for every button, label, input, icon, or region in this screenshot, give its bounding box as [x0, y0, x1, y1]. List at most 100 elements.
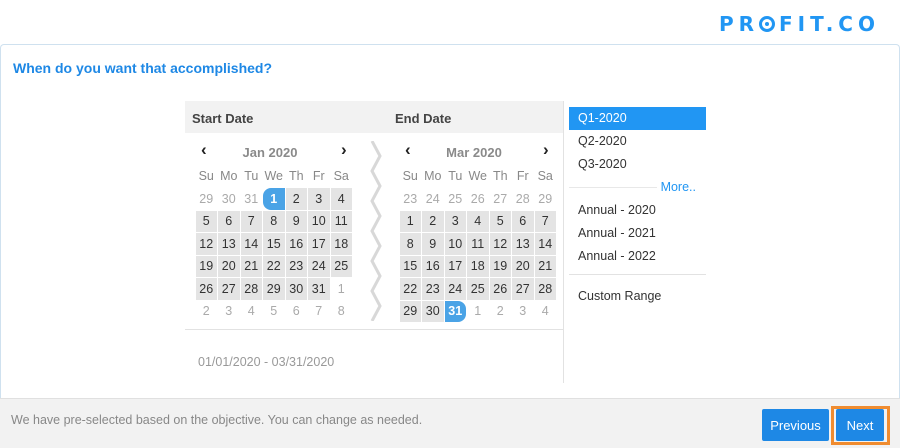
- end-day-cell[interactable]: 29: [535, 188, 557, 210]
- option-annual-2020[interactable]: Annual - 2020: [569, 199, 706, 222]
- start-day-cell[interactable]: 23: [285, 255, 307, 277]
- start-day-cell[interactable]: 1: [331, 278, 353, 300]
- start-day-cell[interactable]: 18: [330, 233, 352, 255]
- start-day-cell[interactable]: 28: [240, 278, 262, 300]
- end-day-cell[interactable]: 25: [467, 278, 489, 300]
- start-day-cell[interactable]: 29: [263, 278, 285, 300]
- start-day-cell[interactable]: 13: [218, 233, 240, 255]
- end-day-cell[interactable]: 8: [399, 233, 421, 255]
- end-day-cell[interactable]: 3: [512, 301, 534, 323]
- start-day-cell[interactable]: 3: [308, 188, 330, 210]
- start-day-cell[interactable]: 17: [308, 233, 330, 255]
- start-next-month-icon[interactable]: ›: [341, 141, 347, 159]
- start-date-label: Start Date: [192, 111, 254, 126]
- start-day-cell[interactable]: 2: [196, 301, 218, 323]
- end-day-cell[interactable]: 23: [400, 188, 422, 210]
- end-day-cell[interactable]: 27: [490, 188, 512, 210]
- end-day-cell[interactable]: 1: [467, 301, 489, 323]
- end-day-cell[interactable]: 1: [399, 210, 421, 232]
- start-day-cell[interactable]: 7: [308, 301, 330, 323]
- end-next-month-icon[interactable]: ›: [543, 141, 549, 159]
- end-day-cell[interactable]: 26: [489, 278, 511, 300]
- end-day-cell[interactable]: 25: [445, 188, 467, 210]
- end-day-cell[interactable]: 22: [399, 278, 421, 300]
- end-calendar-grid: Su Mo Tu We Th Fr Sa 23 24 25 26 27 28 29 1 2 3 4 5 6 7 8 9 10 1…: [399, 165, 559, 323]
- end-day-cell[interactable]: 2: [422, 210, 444, 232]
- end-day-cell[interactable]: 16: [422, 255, 444, 277]
- start-day-cell[interactable]: 5: [263, 301, 285, 323]
- start-day-cell[interactable]: 4: [241, 301, 263, 323]
- start-day-cell[interactable]: 12: [195, 233, 217, 255]
- start-day-cell[interactable]: 14: [240, 233, 262, 255]
- end-day-cell[interactable]: 26: [467, 188, 489, 210]
- option-custom-range[interactable]: Custom Range: [569, 285, 706, 308]
- start-day-cell[interactable]: 5: [195, 210, 217, 232]
- end-day-cell[interactable]: 19: [489, 255, 511, 277]
- start-day-cell[interactable]: 8: [331, 301, 353, 323]
- option-annual-2021[interactable]: Annual - 2021: [569, 222, 706, 245]
- end-day-cell[interactable]: 10: [444, 233, 466, 255]
- end-day-cell[interactable]: 23: [422, 278, 444, 300]
- end-day-cell[interactable]: 3: [444, 210, 466, 232]
- end-day-cell[interactable]: 21: [534, 255, 556, 277]
- start-day-cell[interactable]: 25: [330, 255, 352, 277]
- start-day-cell[interactable]: 30: [285, 278, 307, 300]
- end-day-cell[interactable]: 12: [489, 233, 511, 255]
- end-day-cell[interactable]: 20: [512, 255, 534, 277]
- end-day-cell[interactable]: 9: [422, 233, 444, 255]
- end-day-cell[interactable]: 30: [422, 300, 444, 322]
- end-day-cell[interactable]: 17: [444, 255, 466, 277]
- end-day-cell[interactable]: 28: [534, 278, 556, 300]
- start-day-cell[interactable]: 8: [263, 210, 285, 232]
- logo-text-suffix: FIT.CO: [779, 12, 880, 36]
- end-day-cell[interactable]: 2: [490, 301, 512, 323]
- start-day-cell[interactable]: 16: [285, 233, 307, 255]
- more-options-link[interactable]: More..: [569, 176, 706, 199]
- start-day-cell[interactable]: 10: [308, 210, 330, 232]
- start-day-cell[interactable]: 22: [263, 255, 285, 277]
- start-day-cell[interactable]: 20: [218, 255, 240, 277]
- option-q3-2020[interactable]: Q3-2020: [569, 153, 706, 176]
- start-day-cell[interactable]: 19: [195, 255, 217, 277]
- end-day-cell[interactable]: 5: [489, 210, 511, 232]
- start-day-cell[interactable]: 31: [241, 188, 263, 210]
- start-day-cell[interactable]: 1: [263, 188, 285, 210]
- end-day-cell[interactable]: 27: [512, 278, 534, 300]
- start-day-cell[interactable]: 21: [240, 255, 262, 277]
- end-day-cell[interactable]: 4: [467, 210, 489, 232]
- end-day-cell[interactable]: 7: [534, 210, 556, 232]
- end-day-cell[interactable]: 24: [422, 188, 444, 210]
- start-day-cell[interactable]: 31: [308, 278, 330, 300]
- end-day-cell[interactable]: 4: [535, 301, 557, 323]
- start-day-cell[interactable]: 26: [195, 278, 217, 300]
- calendar-divider-zigzag: [370, 141, 382, 321]
- option-q1-2020[interactable]: Q1-2020: [569, 107, 706, 130]
- start-day-cell[interactable]: 27: [218, 278, 240, 300]
- start-day-cell[interactable]: 6: [286, 301, 308, 323]
- end-day-cell[interactable]: 13: [512, 233, 534, 255]
- start-day-cell[interactable]: 29: [196, 188, 218, 210]
- start-day-cell[interactable]: 2: [285, 188, 307, 210]
- start-day-cell[interactable]: 7: [240, 210, 262, 232]
- option-q2-2020[interactable]: Q2-2020: [569, 130, 706, 153]
- end-day-cell[interactable]: 6: [512, 210, 534, 232]
- start-day-cell[interactable]: 15: [263, 233, 285, 255]
- previous-button[interactable]: Previous: [762, 409, 829, 441]
- start-day-cell[interactable]: 11: [330, 210, 352, 232]
- end-day-cell[interactable]: 11: [467, 233, 489, 255]
- end-day-cell[interactable]: 31: [444, 300, 466, 322]
- end-day-cell[interactable]: 18: [467, 255, 489, 277]
- end-calendar-nav: ‹ Mar 2020 ›: [389, 141, 559, 163]
- end-day-cell[interactable]: 24: [444, 278, 466, 300]
- start-day-cell[interactable]: 6: [218, 210, 240, 232]
- start-day-cell[interactable]: 9: [285, 210, 307, 232]
- start-day-cell[interactable]: 30: [218, 188, 240, 210]
- end-day-cell[interactable]: 14: [534, 233, 556, 255]
- start-day-cell[interactable]: 24: [308, 255, 330, 277]
- start-day-cell[interactable]: 4: [330, 188, 352, 210]
- start-day-cell[interactable]: 3: [218, 301, 240, 323]
- end-day-cell[interactable]: 28: [512, 188, 534, 210]
- end-day-cell[interactable]: 29: [399, 300, 421, 322]
- option-annual-2022[interactable]: Annual - 2022: [569, 245, 706, 268]
- end-day-cell[interactable]: 15: [399, 255, 421, 277]
